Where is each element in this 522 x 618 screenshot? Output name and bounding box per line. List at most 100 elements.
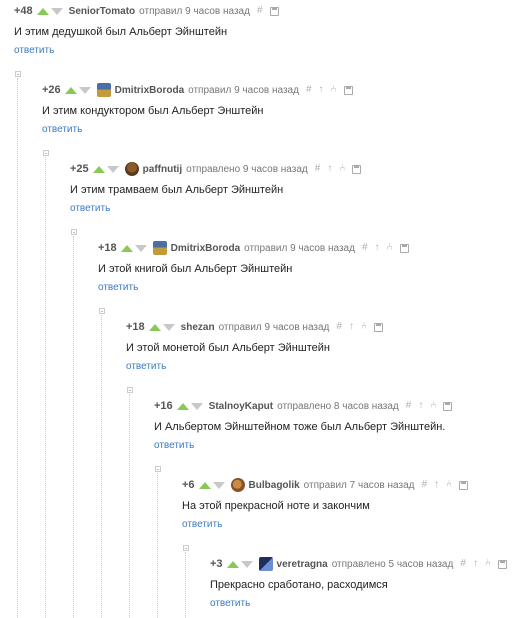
collapse-toggle[interactable] [15, 71, 21, 77]
vote-up-icon[interactable] [226, 560, 239, 568]
save-icon[interactable] [399, 243, 409, 253]
branch-icon[interactable]: ⑃ [387, 242, 393, 254]
comment-score: +48 [14, 5, 33, 17]
reply-link[interactable]: ответить [98, 282, 138, 293]
vote-up-icon[interactable] [148, 323, 161, 331]
thread-line [45, 157, 46, 618]
reply-link[interactable]: ответить [126, 361, 166, 372]
vote-down-icon[interactable] [190, 402, 203, 410]
reply-link[interactable]: ответить [182, 519, 222, 530]
comment-author[interactable]: StalnoyKaput [209, 401, 273, 412]
branch-icon[interactable]: ⑃ [430, 400, 436, 412]
save-icon[interactable] [497, 559, 507, 569]
comment-score: +3 [210, 558, 223, 570]
vote-up-icon[interactable] [92, 165, 105, 173]
comment-score: +25 [70, 163, 89, 175]
blue-figure-avatar[interactable] [258, 557, 273, 571]
arrow-up-icon[interactable]: ↑ [327, 163, 332, 175]
comment-timestamp: отправил 9 часов назад [218, 321, 330, 333]
branch-icon[interactable]: ⑃ [446, 479, 452, 491]
save-icon[interactable] [443, 401, 453, 411]
comment-text: На этой прекрасной ноте и закончим [182, 500, 370, 512]
hash-icon[interactable]: # [421, 479, 427, 491]
reply-link[interactable]: ответить [14, 45, 54, 56]
reply-link[interactable]: ответить [210, 598, 250, 609]
thread-line [157, 473, 158, 618]
arrow-up-icon[interactable]: ↑ [349, 321, 354, 333]
vote-down-icon[interactable] [106, 165, 119, 173]
hash-icon[interactable]: # [406, 400, 412, 412]
hash-icon[interactable]: # [460, 558, 466, 570]
reply-link[interactable]: ответить [70, 203, 110, 214]
vote-down-icon[interactable] [50, 7, 63, 15]
collapse-toggle[interactable] [71, 229, 77, 235]
arrow-up-icon[interactable]: ↑ [319, 84, 324, 96]
save-icon[interactable] [343, 85, 353, 95]
comment-text: И этой книгой был Альберт Эйнштейн [98, 263, 293, 275]
comment-timestamp: отправлено 8 часов назад [277, 400, 399, 412]
comment-timestamp: отправлено 5 часов назад [331, 558, 454, 570]
vote-down-icon[interactable] [212, 481, 225, 489]
collapse-toggle[interactable] [183, 545, 189, 551]
comment-timestamp: отправил 7 часов назад [303, 479, 415, 491]
comment-meta: +25 paffnutij отправлено 9 часов назад #… [70, 162, 368, 176]
arrow-up-icon[interactable]: ↑ [375, 242, 380, 254]
comment-timestamp: отправил 9 часов назад [139, 5, 250, 17]
vote-up-icon[interactable] [120, 244, 133, 252]
save-icon[interactable] [373, 322, 383, 332]
comment-score: +18 [98, 242, 117, 254]
landscape-avatar[interactable] [96, 83, 111, 97]
collapse-toggle[interactable] [155, 466, 161, 472]
hash-icon[interactable]: # [362, 242, 368, 254]
brown-creature-avatar[interactable] [124, 162, 139, 176]
save-icon[interactable] [269, 6, 279, 16]
vote-up-icon[interactable] [64, 86, 77, 94]
thread-line [73, 236, 74, 618]
branch-icon[interactable]: ⑃ [361, 321, 367, 333]
save-icon[interactable] [352, 164, 362, 174]
arrow-up-icon[interactable]: ↑ [418, 400, 423, 412]
comment-meta: +18 shezan отправил 9 часов назад # ↑ ⑃ [126, 320, 390, 334]
comment-author[interactable]: DmitrixBoroda [171, 243, 240, 254]
thread-line [17, 78, 18, 618]
potato-avatar[interactable] [230, 478, 245, 492]
branch-icon[interactable]: ⑃ [339, 163, 345, 175]
landscape-avatar[interactable] [152, 241, 167, 255]
vote-up-icon[interactable] [198, 481, 211, 489]
comment-meta: +26 DmitrixBoroda отправил 9 часов назад… [42, 83, 360, 97]
hash-icon[interactable]: # [306, 84, 312, 96]
comment-author[interactable]: shezan [181, 322, 215, 333]
comment-score: +16 [154, 400, 173, 412]
collapse-toggle[interactable] [99, 308, 105, 314]
arrow-up-icon[interactable]: ↑ [473, 558, 478, 570]
vote-down-icon[interactable] [134, 244, 147, 252]
thread-line [101, 315, 102, 618]
thread-line [129, 394, 130, 618]
comment-score: +26 [42, 84, 61, 96]
arrow-up-icon[interactable]: ↑ [434, 479, 439, 491]
collapse-toggle[interactable] [127, 387, 133, 393]
vote-down-icon[interactable] [162, 323, 175, 331]
hash-icon[interactable]: # [257, 5, 263, 17]
comment-text: И этим трамваем был Альберт Эйнштейн [70, 184, 284, 196]
comment-author[interactable]: DmitrixBoroda [115, 85, 184, 96]
save-icon[interactable] [459, 480, 469, 490]
comment-text: И этим кондуктором был Альберт Энштейн [42, 105, 264, 117]
comment-author[interactable]: veretragna [277, 559, 328, 570]
hash-icon[interactable]: # [336, 321, 342, 333]
comment-timestamp: отправлено 9 часов назад [186, 163, 308, 175]
vote-down-icon[interactable] [240, 560, 253, 568]
vote-up-icon[interactable] [36, 7, 49, 15]
vote-up-icon[interactable] [176, 402, 189, 410]
hash-icon[interactable]: # [315, 163, 321, 175]
comment-author[interactable]: Bulbagolik [249, 480, 300, 491]
comment-author[interactable]: paffnutij [143, 164, 182, 175]
collapse-toggle[interactable] [43, 150, 49, 156]
vote-down-icon[interactable] [78, 86, 91, 94]
comment-text: Прекрасно сработано, расходимся [210, 579, 388, 591]
branch-icon[interactable]: ⑃ [485, 558, 491, 570]
branch-icon[interactable]: ⑃ [331, 84, 337, 96]
reply-link[interactable]: ответить [42, 124, 82, 135]
comment-author[interactable]: SeniorTomato [69, 6, 135, 17]
reply-link[interactable]: ответить [154, 440, 194, 451]
